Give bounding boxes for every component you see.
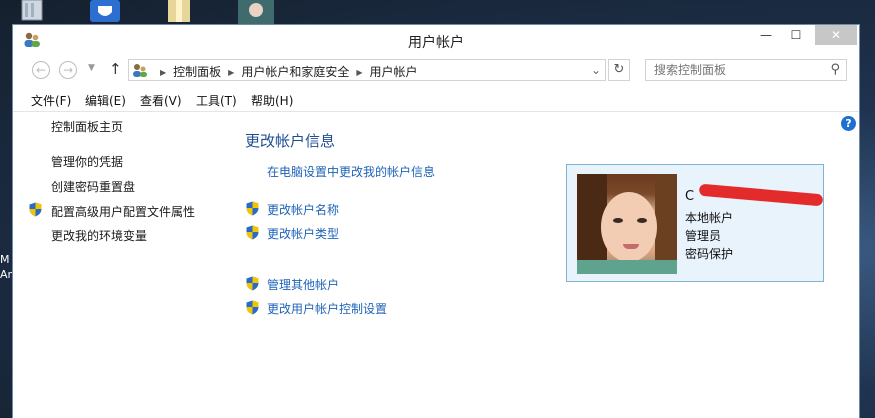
desktop-icon-label-1: M (0, 253, 10, 266)
desktop-icon-label-2: Ar (0, 268, 13, 281)
title-bar[interactable]: 用户帐户 — ☐ ✕ (13, 25, 859, 55)
change-account-name-link[interactable]: 更改帐户名称 (267, 201, 339, 218)
menu-help[interactable]: 帮助(H) (251, 92, 293, 109)
breadcrumb-item[interactable]: 控制面板 (173, 65, 221, 79)
help-icon[interactable]: ? (841, 116, 856, 131)
account-type: 本地帐户 (685, 211, 734, 225)
uac-shield-icon (246, 276, 259, 291)
sidebar-item-create-reset-disk[interactable]: 创建密码重置盘 (51, 178, 135, 195)
menu-bar: 文件(F) 编辑(E) 查看(V) 工具(T) 帮助(H) (13, 89, 859, 112)
change-account-type-link[interactable]: 更改帐户类型 (267, 225, 339, 242)
account-name: C (685, 189, 695, 204)
recent-locations-chevron-icon[interactable]: ▼ (88, 63, 95, 73)
uac-shield-icon (246, 201, 259, 216)
navigation-bar: ← → ▼ ↑ ▶ 控制面板 ▶ 用户帐户和家庭安全 ▶ 用户帐户 ⌄ ↻ ⚲ (13, 55, 859, 87)
search-box[interactable]: ⚲ (645, 59, 847, 81)
content-area: ? 控制面板主页 管理你的凭据 创建密码重置盘 配置高级用户配置文件属性 更改我… (13, 112, 859, 392)
manage-other-accounts-link[interactable]: 管理其他帐户 (267, 276, 339, 293)
recycle-bin-icon[interactable] (18, 0, 46, 24)
anime-shortcut-icon[interactable] (236, 0, 276, 24)
menu-edit[interactable]: 编辑(E) (85, 92, 126, 109)
refresh-button[interactable]: ↻ (608, 59, 630, 81)
uac-settings-link[interactable]: 更改用户帐户控制设置 (267, 300, 387, 317)
maximize-button[interactable]: ☐ (779, 25, 813, 45)
up-button[interactable]: ↑ (109, 60, 122, 78)
menu-view[interactable]: 查看(V) (140, 92, 182, 109)
address-bar[interactable]: ▶ 控制面板 ▶ 用户帐户和家庭安全 ▶ 用户帐户 ⌄ (128, 59, 606, 81)
minimize-button[interactable]: — (749, 25, 783, 45)
breadcrumb-chevron-icon[interactable]: ▶ (160, 68, 166, 77)
password-status: 密码保护 (685, 247, 734, 261)
menu-file[interactable]: 文件(F) (31, 92, 71, 109)
control-panel-icon (133, 64, 147, 77)
account-card: C 本地帐户 管理员 密码保护 (566, 164, 824, 282)
back-button[interactable]: ← (32, 61, 50, 79)
sidebar-item-environment-variables[interactable]: 更改我的环境变量 (51, 227, 147, 244)
breadcrumb-chevron-icon[interactable]: ▶ (356, 68, 362, 77)
sidebar-item-advanced-profile[interactable]: 配置高级用户配置文件属性 (51, 203, 195, 220)
address-dropdown-chevron-icon[interactable]: ⌄ (591, 63, 601, 77)
search-icon[interactable]: ⚲ (830, 62, 840, 77)
uac-shield-icon (29, 202, 42, 217)
redaction-mark (698, 183, 824, 207)
breadcrumb-item[interactable]: 用户帐户和家庭安全 (241, 65, 349, 79)
uac-shield-icon (246, 225, 259, 240)
sidebar-home-link[interactable]: 控制面板主页 (51, 118, 123, 135)
menu-tools[interactable]: 工具(T) (196, 92, 237, 109)
search-input[interactable] (654, 61, 824, 79)
breadcrumb-chevron-icon[interactable]: ▶ (228, 68, 234, 77)
forward-button[interactable]: → (59, 61, 77, 79)
avatar (577, 174, 677, 274)
close-button[interactable]: ✕ (815, 25, 857, 45)
uac-shield-icon (246, 300, 259, 315)
pc-settings-link[interactable]: 在电脑设置中更改我的帐户信息 (267, 163, 435, 180)
breadcrumb: ▶ 控制面板 ▶ 用户帐户和家庭安全 ▶ 用户帐户 (153, 63, 418, 80)
sidebar-item-manage-credentials[interactable]: 管理你的凭据 (51, 153, 123, 170)
account-role: 管理员 (685, 229, 722, 243)
security-app-icon[interactable] (88, 0, 122, 24)
user-accounts-window: 用户帐户 — ☐ ✕ ← → ▼ ↑ ▶ 控制面板 ▶ 用户帐户和家庭安全 ▶ 用户帐户 … (12, 24, 860, 418)
page-title: 更改帐户信息 (245, 132, 336, 150)
window-title: 用户帐户 (408, 35, 464, 51)
folder-icon[interactable] (166, 0, 192, 24)
breadcrumb-item[interactable]: 用户帐户 (370, 65, 418, 79)
